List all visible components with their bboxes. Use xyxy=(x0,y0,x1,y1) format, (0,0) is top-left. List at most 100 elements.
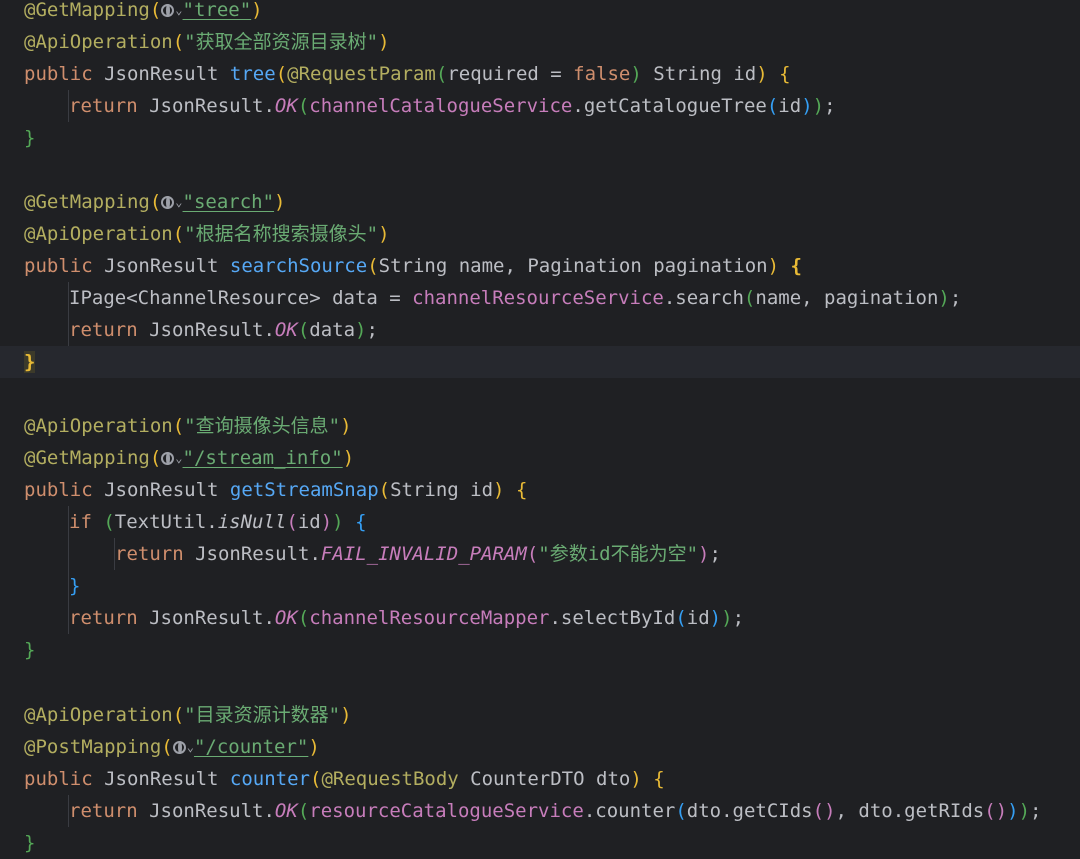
code-line[interactable]: return JsonResult.OK(channelCatalogueSer… xyxy=(0,90,1080,122)
code-text: CounterDTO dto xyxy=(458,768,631,790)
keyword: public xyxy=(24,479,105,501)
matched-brace: { xyxy=(790,255,802,277)
annotation: @ApiOperation xyxy=(24,704,173,726)
code-line[interactable]: } xyxy=(0,634,1080,666)
type-name: JsonResult xyxy=(104,768,230,790)
keyword: if xyxy=(69,511,104,533)
code-line-current[interactable]: } xyxy=(0,346,1080,378)
code-line[interactable]: @GetMapping(⌄"search") xyxy=(0,186,1080,218)
globe-icon[interactable] xyxy=(161,196,175,209)
code-line[interactable]: @ApiOperation("根据名称搜索摄像头") xyxy=(0,218,1080,250)
code-line[interactable]: public JsonResult tree(@RequestParam(req… xyxy=(0,58,1080,90)
string-literal: "参数id不能为空" xyxy=(538,543,699,565)
keyword: public xyxy=(24,63,105,85)
string-literal: "根据名称搜索摄像头" xyxy=(184,223,379,245)
code-line[interactable]: @GetMapping(⌄"/stream_info") xyxy=(0,442,1080,474)
static-method: isNull xyxy=(217,511,287,533)
string-literal: "目录资源计数器" xyxy=(184,704,341,726)
code-line[interactable]: return JsonResult.OK(channelResourceMapp… xyxy=(0,602,1080,634)
static-field: OK xyxy=(274,607,298,629)
annotation: @GetMapping xyxy=(24,447,150,469)
chevron-down-icon[interactable]: ⌄ xyxy=(175,0,182,26)
annotation: @ApiOperation xyxy=(24,223,173,245)
code-text: id xyxy=(686,607,710,629)
string-literal: "查询摄像头信息" xyxy=(184,415,341,437)
chevron-down-icon[interactable]: ⌄ xyxy=(175,186,182,218)
keyword: false xyxy=(573,63,631,85)
method-call: .search xyxy=(663,287,744,309)
keyword: public xyxy=(24,255,105,277)
annotation: @RequestBody xyxy=(321,768,459,790)
annotation: @GetMapping xyxy=(24,0,150,21)
code-line[interactable]: if (TextUtil.isNull(id)) { xyxy=(0,506,1080,538)
globe-icon[interactable] xyxy=(161,452,175,465)
url-string[interactable]: "/stream_info" xyxy=(183,447,343,469)
url-string[interactable]: "search" xyxy=(183,191,275,213)
string-literal: "获取全部资源目录树" xyxy=(184,31,379,53)
method-name: counter xyxy=(229,768,310,790)
code-text: IPage<ChannelResource> data = xyxy=(69,287,413,309)
code-text: JsonResult. xyxy=(149,319,275,341)
code-line[interactable]: @ApiOperation("查询摄像头信息") xyxy=(0,410,1080,442)
code-line[interactable]: } xyxy=(0,570,1080,602)
code-text: JsonResult. xyxy=(195,543,321,565)
code-text: JsonResult. xyxy=(149,95,275,117)
method-call: .getCatalogueTree xyxy=(572,95,767,117)
method-name: getStreamSnap xyxy=(229,479,379,501)
code-line[interactable]: public JsonResult counter(@RequestBody C… xyxy=(0,763,1080,795)
code-line[interactable]: public JsonResult getStreamSnap(String i… xyxy=(0,474,1080,506)
code-text: String id xyxy=(390,479,494,501)
annotation: @GetMapping xyxy=(24,191,150,213)
code-text: id xyxy=(778,95,802,117)
chevron-down-icon[interactable]: ⌄ xyxy=(187,731,194,763)
type-name: JsonResult xyxy=(104,63,230,85)
code-editor[interactable]: @GetMapping(⌄"tree") @ApiOperation("获取全部… xyxy=(0,0,1080,855)
method-call: dto.getRIds xyxy=(858,800,985,822)
annotation: @PostMapping xyxy=(24,736,162,758)
code-line[interactable]: return JsonResult.FAIL_INVALID_PARAM("参数… xyxy=(0,538,1080,570)
code-line[interactable]: @ApiOperation("获取全部资源目录树") xyxy=(0,26,1080,58)
code-text: name, pagination xyxy=(755,287,939,309)
url-string[interactable]: "/counter" xyxy=(194,736,308,758)
code-text: required = xyxy=(447,63,574,85)
static-field: OK xyxy=(274,95,298,117)
code-line[interactable]: IPage<ChannelResource> data = channelRes… xyxy=(0,282,1080,314)
annotation: @RequestParam xyxy=(287,63,436,85)
field-ref: channelResourceService xyxy=(412,287,664,309)
code-text: id xyxy=(297,511,321,533)
type-name: JsonResult xyxy=(104,479,230,501)
url-string[interactable]: "tree" xyxy=(183,0,252,21)
code-line[interactable]: return JsonResult.OK(resourceCatalogueSe… xyxy=(0,795,1080,827)
method-name: tree xyxy=(229,63,276,85)
keyword: return xyxy=(69,95,150,117)
field-ref: channelResourceMapper xyxy=(309,607,550,629)
keyword: return xyxy=(69,800,150,822)
keyword: return xyxy=(69,319,150,341)
code-text: data xyxy=(309,319,356,341)
code-line[interactable]: @PostMapping(⌄"/counter") xyxy=(0,731,1080,763)
method-name: searchSource xyxy=(229,255,368,277)
code-line[interactable]: public JsonResult searchSource(String na… xyxy=(0,250,1080,282)
code-text: String name, Pagination pagination xyxy=(378,255,768,277)
method-call: .selectById xyxy=(549,607,676,629)
code-text: String id xyxy=(641,63,757,85)
code-line[interactable]: } xyxy=(0,122,1080,154)
keyword: public xyxy=(24,768,105,790)
static-field: OK xyxy=(274,800,298,822)
matched-brace: } xyxy=(24,351,36,373)
globe-icon[interactable] xyxy=(172,741,186,754)
globe-icon[interactable] xyxy=(161,4,175,17)
keyword: return xyxy=(69,607,150,629)
chevron-down-icon[interactable]: ⌄ xyxy=(175,442,182,474)
code-text: JsonResult. xyxy=(149,800,275,822)
code-line[interactable]: @ApiOperation("目录资源计数器") xyxy=(0,699,1080,731)
field-ref: channelCatalogueService xyxy=(309,95,573,117)
annotation: @ApiOperation xyxy=(24,31,173,53)
code-line[interactable]: @GetMapping(⌄"tree") xyxy=(0,0,1080,26)
code-line[interactable]: } xyxy=(0,827,1080,859)
static-field: OK xyxy=(274,319,298,341)
annotation: @ApiOperation xyxy=(24,415,173,437)
type-name: JsonResult xyxy=(104,255,230,277)
static-field: FAIL_INVALID_PARAM xyxy=(320,543,527,565)
code-line[interactable]: return JsonResult.OK(data); xyxy=(0,314,1080,346)
